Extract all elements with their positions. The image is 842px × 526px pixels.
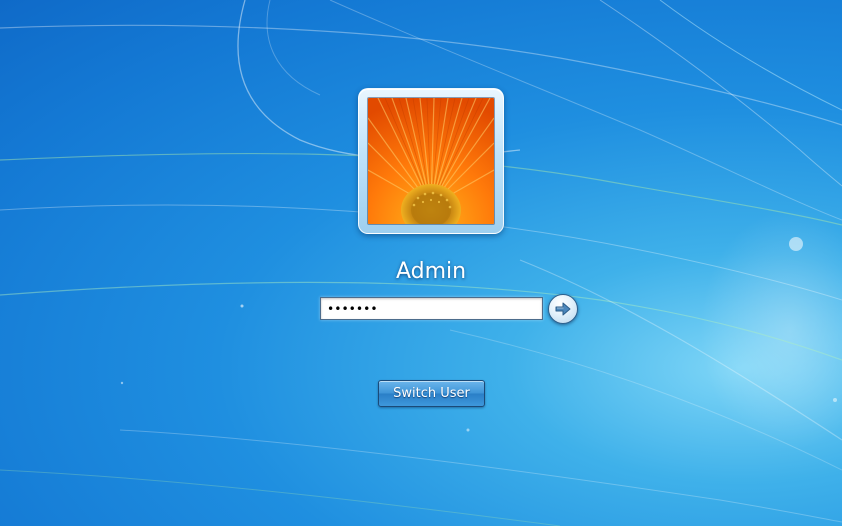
password-field[interactable]: [320, 297, 543, 320]
user-avatar-frame[interactable]: [358, 88, 504, 234]
avatar: [367, 97, 495, 225]
arrow-right-icon: [555, 302, 571, 316]
submit-arrow-button[interactable]: [548, 294, 578, 324]
gerbera-flower-picture: [368, 98, 494, 224]
switch-user-button[interactable]: Switch User: [378, 380, 485, 407]
username-label: Admin: [395, 259, 467, 284]
